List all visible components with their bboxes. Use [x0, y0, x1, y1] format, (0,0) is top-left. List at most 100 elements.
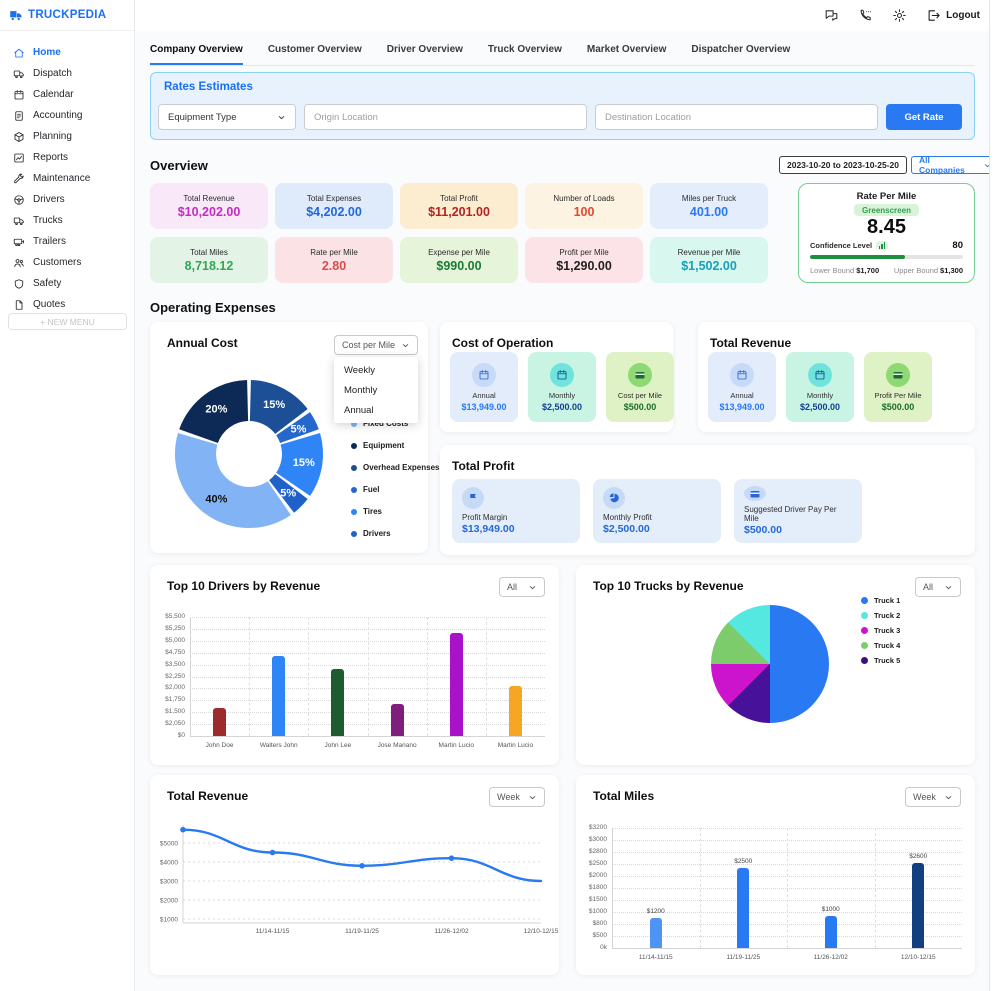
- rates-estimates-panel: Rates Estimates Equipment Type Get Rate: [150, 72, 975, 140]
- get-rate-button[interactable]: Get Rate: [886, 104, 962, 130]
- svg-text:11/19-11/25: 11/19-11/25: [345, 928, 379, 935]
- sidebar-item-dispatch[interactable]: Dispatch: [0, 63, 134, 84]
- top-trucks-title: Top 10 Trucks by Revenue: [593, 579, 744, 593]
- top-trucks-panel: Top 10 Trucks by Revenue All Truck 1Truc…: [576, 565, 975, 765]
- op-tile-monthly: Monthly$2,500.00: [786, 352, 854, 422]
- sidebar-item-accounting[interactable]: Accounting: [0, 105, 134, 126]
- bar-12-10-12-15: [912, 863, 924, 948]
- calendar-icon: [13, 89, 25, 101]
- logo-text: TRUCKPEDIA: [28, 9, 106, 21]
- sidebar-item-label: Trucks: [33, 215, 63, 226]
- stat-label: Profit per Mile: [559, 248, 608, 257]
- stat-label: Revenue per Mile: [678, 248, 741, 257]
- trucks-icon: [13, 215, 25, 227]
- truckpedia-logo-icon: [9, 8, 24, 23]
- sidebar-item-reports[interactable]: Reports: [0, 147, 134, 168]
- svg-text:15%: 15%: [263, 399, 285, 411]
- settings-gear-icon[interactable]: [892, 8, 907, 23]
- bar-jose-mariano: [391, 704, 404, 736]
- tab-dispatcher-overview[interactable]: Dispatcher Overview: [691, 44, 790, 65]
- header-actions: Logout: [824, 8, 980, 23]
- overview-section-title: Overview: [150, 158, 208, 173]
- overview-stats-grid: Total Revenue$10,202.00Total Expenses$4,…: [150, 183, 782, 283]
- sidebar-item-planning[interactable]: Planning: [0, 126, 134, 147]
- tile-value: $500.00: [882, 402, 915, 412]
- scrollbar[interactable]: [989, 0, 1000, 991]
- legend-item-equipment: Equipment: [351, 441, 439, 450]
- tile-value: $13,949.00: [462, 523, 570, 535]
- stat-label: Number of Loads: [553, 194, 614, 203]
- svg-text:$1000: $1000: [160, 917, 178, 924]
- confidence-label: Confidence Level: [810, 241, 872, 250]
- op-tile-profit-per-mile: Profit Per Mile$500.00: [864, 352, 932, 422]
- home-icon: [13, 47, 25, 59]
- rpm-title: Rate Per Mile: [857, 191, 917, 202]
- date-range-picker[interactable]: 2023-10-20 to 2023-10-25-20: [779, 156, 907, 174]
- sidebar-item-trucks[interactable]: Trucks: [0, 210, 134, 231]
- calendar-icon: [550, 363, 574, 387]
- stat-value: $1,290.00: [556, 259, 612, 273]
- legend-item-fuel: Fuel: [351, 485, 439, 494]
- chat-icon[interactable]: [824, 8, 839, 23]
- stat-value: $1,502.00: [681, 259, 737, 273]
- bar-11-14-11-15: [650, 918, 662, 948]
- sidebar-item-label: Reports: [33, 152, 68, 163]
- trucks-filter-select[interactable]: All: [915, 577, 961, 597]
- total-profit-panel: Total Profit Profit Margin$13,949.00Mont…: [440, 445, 975, 555]
- tab-company-overview[interactable]: Company Overview: [150, 44, 243, 65]
- calendar-icon: [808, 363, 832, 387]
- stat-value: 8,718.12: [185, 259, 234, 273]
- sidebar-item-label: Calendar: [33, 89, 74, 100]
- flag-icon: [462, 487, 484, 509]
- origin-location-input[interactable]: [314, 112, 577, 123]
- svg-text:11/14-11/15: 11/14-11/15: [256, 928, 290, 935]
- dropdown-option-annual[interactable]: Annual: [334, 400, 418, 420]
- tile-value: $500.00: [624, 402, 657, 412]
- dropdown-option-monthly[interactable]: Monthly: [334, 380, 418, 400]
- total-miles-panel: Total Miles Week 0k$500$800$1000$1500$18…: [576, 775, 975, 975]
- sidebar-item-quotes[interactable]: Quotes: [0, 294, 134, 315]
- rpm-value: 8.45: [867, 216, 906, 239]
- annual-cost-panel: Annual Cost Cost per Mile WeeklyMonthlyA…: [150, 322, 428, 553]
- bar-john-doe: [213, 708, 226, 736]
- logo[interactable]: TRUCKPEDIA: [0, 0, 134, 31]
- sidebar-item-safety[interactable]: Safety: [0, 273, 134, 294]
- call-split-icon[interactable]: [858, 8, 873, 23]
- rpm-badge: Greenscreen: [854, 204, 919, 216]
- bar-11-19-11-25: [737, 868, 749, 948]
- sidebar-item-home[interactable]: Home: [0, 42, 134, 63]
- new-menu-button[interactable]: + NEW MENU: [8, 313, 127, 330]
- svg-text:$2000: $2000: [160, 898, 178, 905]
- sidebar-item-drivers[interactable]: Drivers: [0, 189, 134, 210]
- sidebar-item-customers[interactable]: Customers: [0, 252, 134, 273]
- stat-card-profit-per-mile: Profit per Mile $1,290.00: [525, 237, 643, 283]
- sidebar-item-calendar[interactable]: Calendar: [0, 84, 134, 105]
- tab-driver-overview[interactable]: Driver Overview: [387, 44, 463, 65]
- stat-value: $990.00: [436, 259, 481, 273]
- tile-label: Annual: [730, 391, 753, 400]
- company-filter-select[interactable]: All Companies: [911, 156, 1000, 174]
- upper-bound: Upper Bound$1,300: [894, 266, 963, 275]
- op-tile-monthly: Monthly$2,500.00: [528, 352, 596, 422]
- stat-card-total-expenses: Total Expenses$4,202.00: [275, 183, 393, 229]
- pie-icon: [603, 487, 625, 509]
- tab-customer-overview[interactable]: Customer Overview: [268, 44, 362, 65]
- destination-location-input[interactable]: [605, 112, 868, 123]
- equipment-type-select[interactable]: Equipment Type: [158, 104, 296, 130]
- stat-card-miles-per-truck: Miles per Truck401.00: [650, 183, 768, 229]
- stat-label: Expense per Mile: [428, 248, 490, 257]
- dropdown-option-weekly[interactable]: Weekly: [334, 360, 418, 380]
- sidebar-item-maintenance[interactable]: Maintenance: [0, 168, 134, 189]
- card-icon: [744, 486, 766, 501]
- tab-truck-overview[interactable]: Truck Overview: [488, 44, 562, 65]
- sidebar-item-trailers[interactable]: Trailers: [0, 231, 134, 252]
- op-tile-annual: Annual$13,949.00: [450, 352, 518, 422]
- logout-button[interactable]: Logout: [926, 8, 980, 23]
- bar-martin-lucio: [509, 686, 522, 736]
- dispatch-icon: [13, 68, 25, 80]
- sidebar-menu: HomeDispatch Calendar AccountingPlanning Re…: [0, 31, 134, 315]
- tile-label: Monthly: [549, 391, 575, 400]
- tab-market-overview[interactable]: Market Overview: [587, 44, 667, 65]
- overview-tabs: Company Overview Customer Overview Driver …: [150, 44, 975, 66]
- calendar-icon: [472, 363, 496, 387]
